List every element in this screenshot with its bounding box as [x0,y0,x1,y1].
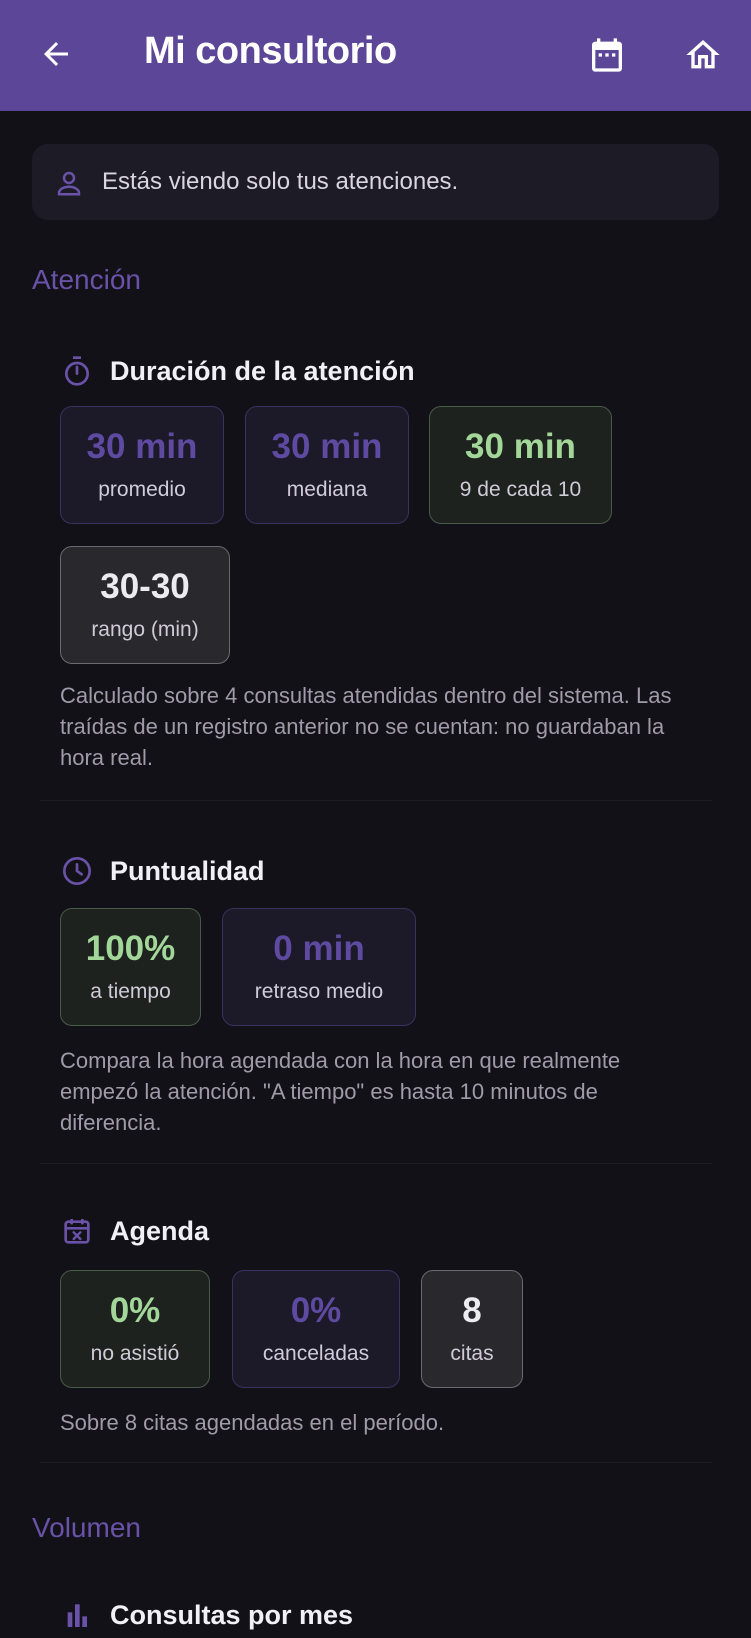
consultas-card: Consultas por mes [40,1598,712,1638]
clock-icon [60,854,94,888]
stat-tile-retraso: 0 min retraso medio [222,908,416,1026]
duracion-title: Duración de la atención [110,355,415,386]
stat-tile-promedio: 30 min promedio [60,406,224,524]
stat-value: 30 min [271,426,383,466]
stat-value: 0 min [273,928,365,968]
divider [40,800,712,801]
stat-tile-a-tiempo: 100% a tiempo [60,908,201,1026]
section-title-volumen: Volumen [32,1512,141,1543]
stat-tile-p90: 30 min 9 de cada 10 [429,406,612,524]
agenda-card: Agenda 0% no asistió 0% canceladas 8 cit… [40,1214,712,1458]
stat-value: 30-30 [100,566,190,606]
puntualidad-note: Compara la hora agendada con la hora en … [60,1048,621,1135]
stat-value: 0% [109,1290,161,1330]
puntualidad-card: Puntualidad 100% a tiempo 0 min retraso … [40,850,712,1162]
arrow-left-icon [44,42,68,66]
back-button[interactable] [34,32,78,76]
duracion-note: Calculado sobre 4 consultas atendidas de… [60,683,672,770]
stat-label: rango (min) [91,617,199,641]
home-button[interactable] [680,32,726,78]
stat-label: promedio [98,477,186,501]
stat-label: citas [450,1341,494,1365]
puntualidad-title: Puntualidad [110,855,265,886]
bar-chart-icon [60,1598,94,1632]
stat-value: 30 min [465,426,576,466]
stat-label: canceladas [262,1341,370,1365]
agenda-title: Agenda [110,1215,210,1246]
stat-value: 0% [290,1290,342,1330]
notice-text: Estás viendo solo tus atenciones. [102,168,459,195]
divider [40,1462,712,1463]
stat-value: 30 min [86,426,198,466]
stat-label: mediana [286,477,368,501]
divider [40,1163,712,1164]
calendar-icon [592,38,622,72]
stat-label: retraso medio [254,979,384,1003]
agenda-note: Sobre 8 citas agendadas en el período. [60,1410,445,1435]
section-title-atencion: Atención [32,264,141,295]
home-icon [686,40,720,69]
duracion-card: Duración de la atención 30 min promedio … [40,350,712,798]
stat-label: no asistió [90,1341,180,1365]
person-icon [57,171,81,196]
stat-value: 8 [462,1290,482,1330]
stat-tile-no-asistio: 0% no asistió [60,1270,210,1388]
calendar-x-icon [60,1214,94,1248]
stopwatch-icon [60,354,94,388]
stat-tile-rango: 30-30 rango (min) [60,546,230,664]
consultas-title: Consultas por mes [110,1599,354,1630]
stat-tile-canceladas: 0% canceladas [232,1270,400,1388]
stat-label: 9 de cada 10 [459,477,582,501]
app-bar: Mi consultorio [0,0,751,111]
stat-label: a tiempo [90,979,171,1003]
stat-tile-citas: 8 citas [421,1270,523,1388]
calendar-button[interactable] [584,32,630,78]
page-title: Mi consultorio [144,30,397,72]
scope-notice: Estás viendo solo tus atenciones. [32,144,719,220]
stat-value: 100% [85,928,176,968]
stat-tile-mediana: 30 min mediana [245,406,409,524]
